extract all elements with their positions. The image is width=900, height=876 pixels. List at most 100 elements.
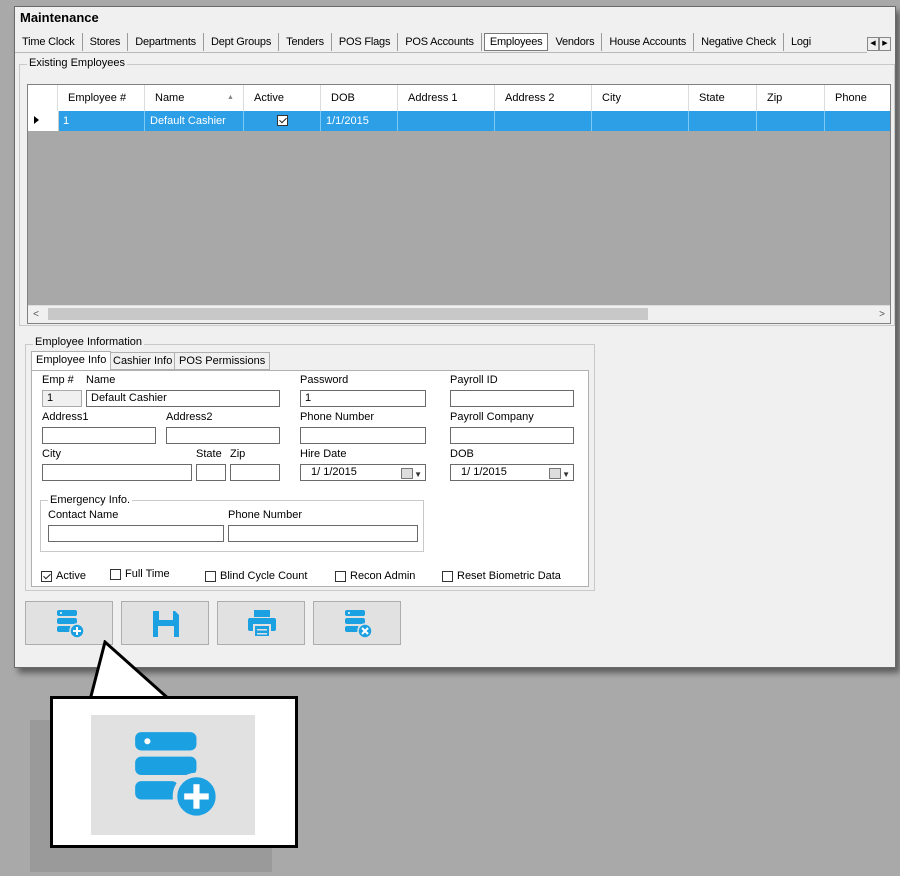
save-button[interactable]	[121, 601, 209, 645]
phone-number-field[interactable]	[300, 427, 426, 444]
tab-negative-check[interactable]: Negative Check	[694, 33, 784, 51]
tab-vendors[interactable]: Vendors	[548, 33, 603, 51]
row-selector[interactable]	[28, 111, 59, 131]
payroll-company-field[interactable]	[450, 427, 574, 444]
city-label: City	[42, 448, 61, 460]
add-employee-button[interactable]	[25, 601, 113, 645]
dob-label: DOB	[450, 448, 474, 460]
hire-date-picker[interactable]: 1/ 1/2015 ▼	[300, 464, 426, 481]
col-active[interactable]: Active	[244, 85, 321, 111]
tab-scroll-right-icon[interactable]: ▶	[879, 37, 891, 51]
address2-label: Address2	[166, 411, 213, 423]
payroll-id-field[interactable]	[450, 390, 574, 407]
tab-departments[interactable]: Departments	[128, 33, 204, 51]
add-record-icon	[135, 732, 221, 821]
dob-picker[interactable]: 1/ 1/2015 ▼	[450, 464, 574, 481]
dob-value: 1/ 1/2015	[461, 466, 507, 478]
emp-no-label: Emp #	[42, 374, 74, 386]
tab-time-clock[interactable]: Time Clock	[15, 33, 83, 51]
reset-biometric-checkbox[interactable]	[442, 571, 453, 582]
col-address2[interactable]: Address 2	[495, 85, 592, 111]
tab-pos-permissions[interactable]: POS Permissions	[174, 352, 271, 370]
calendar-icon[interactable]	[549, 468, 561, 479]
cell-address2[interactable]	[495, 111, 592, 131]
state-label: State	[196, 448, 222, 460]
col-name[interactable]: Name ▲	[145, 85, 244, 111]
state-field[interactable]	[196, 464, 226, 481]
tab-scroll: ◀ ▶	[867, 36, 891, 51]
col-city[interactable]: City	[592, 85, 689, 111]
cell-state[interactable]	[689, 111, 757, 131]
full-time-checkbox[interactable]	[110, 569, 121, 580]
employees-grid: Employee # Name ▲ Active DOB Address 1 Ad…	[27, 84, 891, 324]
window-title: Maintenance	[20, 10, 99, 25]
tab-employees[interactable]: Employees	[483, 33, 549, 51]
cell-name[interactable]: Default Cashier	[145, 111, 244, 131]
phone-number-label: Phone Number	[300, 411, 374, 423]
name-label: Name	[86, 374, 116, 386]
print-button[interactable]	[217, 601, 305, 645]
maintenance-tabs: Time Clock Stores Departments Dept Groups Te…	[15, 32, 867, 53]
cell-phone[interactable]	[825, 111, 890, 131]
callout-pointer	[88, 640, 174, 702]
delete-record-icon	[345, 610, 373, 639]
cell-employee-no[interactable]: 1	[58, 111, 145, 131]
cell-city[interactable]	[592, 111, 689, 131]
tab-cashier-info[interactable]: Cashier Info	[108, 352, 178, 370]
scroll-right-icon[interactable]: >	[874, 306, 890, 323]
cell-dob[interactable]: 1/1/2015	[321, 111, 398, 131]
tab-stores[interactable]: Stores	[83, 33, 129, 51]
password-field[interactable]: 1	[300, 390, 426, 407]
blind-cycle-count-checkbox[interactable]	[205, 571, 216, 582]
emergency-phone-field[interactable]	[228, 525, 418, 542]
recon-admin-checkbox[interactable]	[335, 571, 346, 582]
cell-active[interactable]	[244, 111, 321, 131]
cell-address1[interactable]	[398, 111, 495, 131]
col-phone[interactable]: Phone	[825, 85, 890, 111]
hire-date-value: 1/ 1/2015	[311, 466, 357, 478]
address2-field[interactable]	[166, 427, 280, 444]
calendar-icon[interactable]	[401, 468, 413, 479]
sort-ascending-icon: ▲	[227, 94, 234, 101]
col-dob[interactable]: DOB	[321, 85, 398, 111]
recon-admin-label[interactable]: Recon Admin	[350, 570, 415, 582]
col-address1[interactable]: Address 1	[398, 85, 495, 111]
contact-name-field[interactable]	[48, 525, 224, 542]
tab-scroll-left-icon[interactable]: ◀	[867, 37, 879, 51]
table-row[interactable]: 1 Default Cashier 1/1/2015	[28, 111, 890, 131]
tab-tenders[interactable]: Tenders	[279, 33, 332, 51]
name-field[interactable]: Default Cashier	[86, 390, 280, 407]
payroll-id-label: Payroll ID	[450, 374, 498, 386]
add-record-icon	[57, 610, 85, 639]
col-state[interactable]: State	[689, 85, 757, 111]
employee-info-panel: Emp # Name Password Payroll ID 1 Default…	[31, 370, 589, 587]
col-zip[interactable]: Zip	[757, 85, 825, 111]
tab-pos-flags[interactable]: POS Flags	[332, 33, 399, 51]
active-cell-checkbox[interactable]	[277, 115, 288, 126]
tab-house-accounts[interactable]: House Accounts	[602, 33, 695, 51]
chevron-down-icon[interactable]: ▼	[414, 467, 422, 482]
zip-label: Zip	[230, 448, 246, 460]
tab-dept-groups[interactable]: Dept Groups	[204, 33, 280, 51]
tab-employee-info[interactable]: Employee Info	[31, 351, 112, 370]
city-field[interactable]	[42, 464, 192, 481]
zoom-callout	[50, 696, 298, 848]
reset-biometric-label[interactable]: Reset Biometric Data	[457, 570, 561, 582]
scroll-left-icon[interactable]: <	[28, 306, 44, 323]
active-checkbox-label[interactable]: Active	[56, 570, 86, 582]
col-employee-no[interactable]: Employee #	[58, 85, 145, 111]
tab-login[interactable]: Logi	[784, 33, 818, 51]
tab-pos-accounts[interactable]: POS Accounts	[398, 33, 482, 51]
cell-zip[interactable]	[757, 111, 825, 131]
col-name-label: Name	[155, 92, 185, 104]
full-time-checkbox-label[interactable]: Full Time	[125, 568, 170, 580]
delete-employee-button[interactable]	[313, 601, 401, 645]
address1-field[interactable]	[42, 427, 156, 444]
blind-cycle-count-label[interactable]: Blind Cycle Count	[220, 570, 307, 582]
active-checkbox[interactable]	[41, 571, 52, 582]
chevron-down-icon[interactable]: ▼	[562, 467, 570, 482]
scrollbar-thumb[interactable]	[48, 308, 648, 320]
payroll-company-label: Payroll Company	[450, 411, 534, 423]
grid-horizontal-scrollbar[interactable]: < >	[28, 305, 890, 323]
zip-field[interactable]	[230, 464, 280, 481]
